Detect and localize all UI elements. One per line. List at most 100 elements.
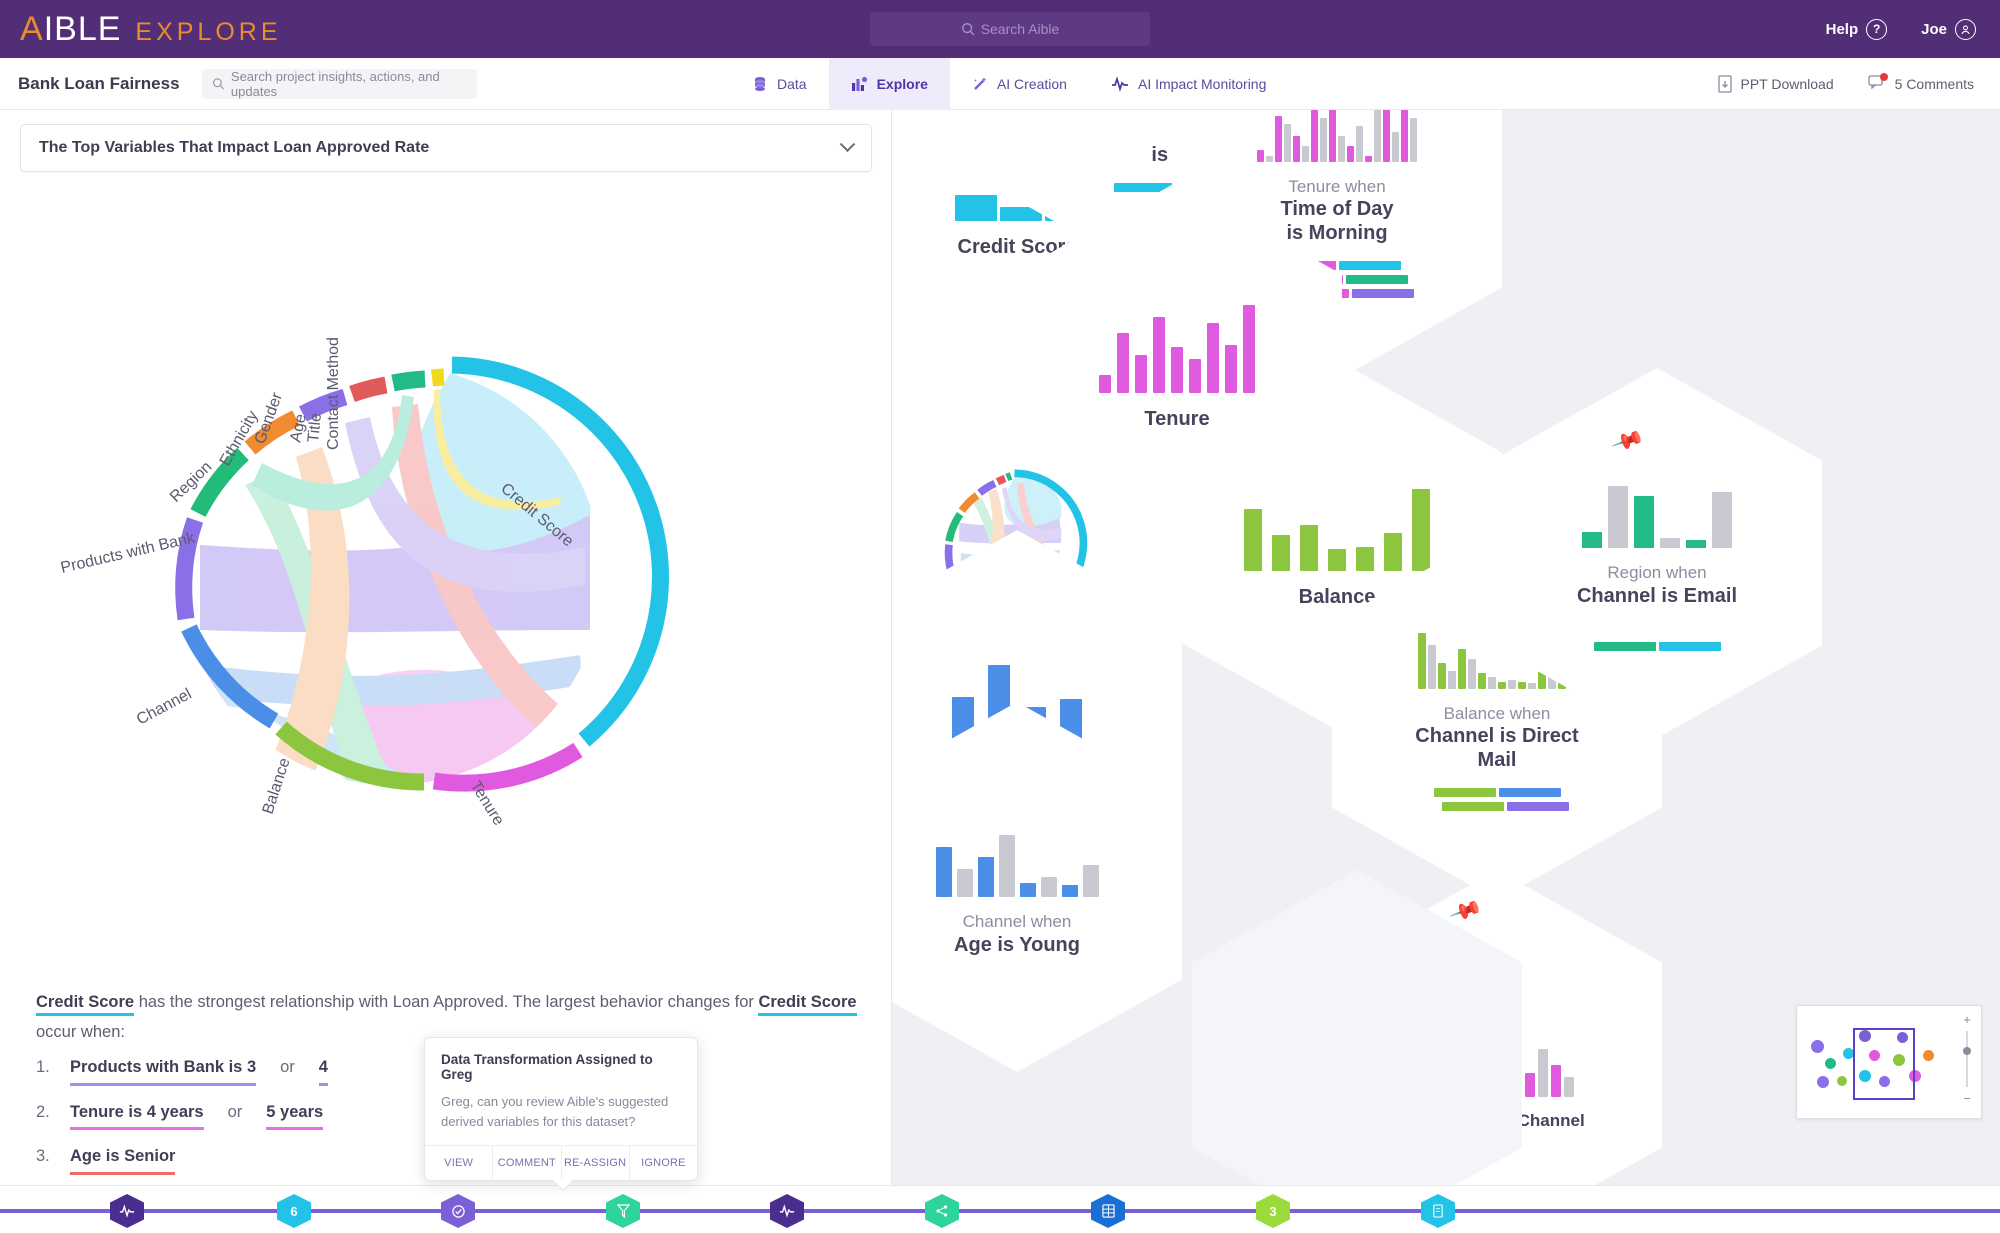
foot-row	[1593, 641, 1721, 651]
tab-ai-impact-monitoring[interactable]: AI Impact Monitoring	[1089, 58, 1288, 110]
insight-1-subject[interactable]: Credit Score	[36, 993, 135, 1016]
minimap-dot	[1837, 1076, 1847, 1086]
list-number: 3.	[36, 1147, 50, 1166]
tab-data[interactable]: Data	[730, 58, 829, 110]
bottom-timeline[interactable]: 6 3	[0, 1185, 2000, 1233]
tooltip-actions: VIEW COMMENT RE-ASSIGN IGNORE	[425, 1145, 697, 1180]
hex-region-email-footer	[1593, 641, 1721, 651]
hex-tenure-morning-title: Time of Day is Morning	[1280, 198, 1394, 245]
hex-balance-dm-footer	[1426, 788, 1569, 812]
assignment-tooltip-card: Data Transformation Assigned to Greg Gre…	[424, 1037, 698, 1181]
zoom-slider-track[interactable]	[1963, 1031, 1971, 1087]
tooltip-arrow	[553, 1180, 573, 1191]
list-value-a[interactable]: Age is Senior	[70, 1144, 176, 1175]
tooltip-comment-button[interactable]: COMMENT	[493, 1146, 562, 1180]
comments-button[interactable]: 5 Comments	[1867, 73, 1974, 94]
logo-explore-text: EXPLORE	[135, 17, 282, 46]
hex-tenure-morning-chart	[1257, 110, 1417, 162]
tooltip-reassign-button[interactable]: RE-ASSIGN	[562, 1146, 630, 1180]
list-value-a[interactable]: Tenure is 4 years	[70, 1100, 204, 1131]
zoom-in-button[interactable]: +	[1963, 1012, 1971, 1027]
minimap-dot	[1923, 1050, 1934, 1061]
chevron-down-icon	[839, 135, 856, 152]
chord-label-contact-method: Contact Method	[325, 337, 342, 450]
list-or: or	[280, 1058, 295, 1077]
search-icon	[961, 23, 975, 36]
user-menu-button[interactable]: Joe	[1921, 18, 1976, 40]
timeline-node-8[interactable]: 3	[1256, 1194, 1290, 1228]
hex-tenure-morning-subtitle: Tenure when	[1288, 176, 1386, 196]
database-icon	[755, 77, 765, 91]
user-circle-icon	[1955, 18, 1976, 40]
timeline-node-2[interactable]: 6	[277, 1194, 311, 1228]
app-logo[interactable]: AIBLE EXPLORE	[0, 10, 282, 49]
timeline-node-7[interactable]	[1091, 1194, 1125, 1228]
chord-diagram[interactable]: Credit Score Tenure Balance Channel Prod…	[0, 185, 891, 945]
hex-region-email-title: Channel is Email	[1576, 584, 1738, 607]
insight-1-subject-repeat[interactable]: Credit Score	[758, 993, 857, 1016]
project-search-input[interactable]: Search project insights, actions, and up…	[201, 68, 477, 99]
app-topbar: AIBLE EXPLORE Search Aible Help ? Joe	[0, 0, 2000, 58]
tab-explore[interactable]: Explore	[828, 58, 950, 110]
help-label: Help	[1825, 20, 1859, 38]
comments-label: 5 Comments	[1894, 76, 1974, 92]
insight-selector-dropdown[interactable]: The Top Variables That Impact Loan Appro…	[20, 124, 872, 172]
tooltip-body: Greg, can you review Aible's suggested d…	[441, 1094, 669, 1129]
list-value-b[interactable]: 4	[318, 1055, 328, 1086]
tab-ai-impact-label: AI Impact Monitoring	[1137, 76, 1267, 92]
insight-1-body: has the strongest relationship with Loan…	[134, 993, 759, 1011]
canvas-minimap[interactable]: + −	[1796, 1005, 1982, 1119]
explore-chart-icon	[851, 76, 867, 91]
ppt-download-button[interactable]: PPT Download	[1717, 75, 1834, 93]
global-search-input[interactable]: Search Aible	[870, 12, 1150, 46]
pulse-line-icon	[1111, 76, 1128, 92]
comment-bubble-icon	[1867, 73, 1888, 94]
comments-unread-dot	[1879, 73, 1888, 81]
hex-explore-canvas[interactable]: ce e Credit Score is 3-4	[892, 110, 2000, 1185]
tooltip-ignore-button[interactable]: IGNORE	[630, 1146, 697, 1180]
timeline-node-6[interactable]	[925, 1194, 959, 1228]
minimap-viewport[interactable]	[1853, 1028, 1915, 1100]
hex-balance-dm-subtitle: Balance when	[1443, 703, 1551, 723]
tab-ai-creation[interactable]: AI Creation	[950, 58, 1089, 110]
list-value-a[interactable]: Products with Bank is 3	[70, 1055, 257, 1086]
zoom-slider-thumb[interactable]	[1963, 1047, 1971, 1055]
timeline-node-9[interactable]	[1421, 1194, 1455, 1228]
minimap-dot	[1811, 1040, 1824, 1053]
search-icon	[212, 78, 224, 90]
list-number: 2.	[36, 1102, 50, 1121]
user-label: Joe	[1921, 20, 1947, 38]
project-search-placeholder: Search project insights, actions, and up…	[230, 68, 440, 99]
timeline-node-4[interactable]	[606, 1194, 640, 1228]
hex-tenure-title: Tenure	[1144, 408, 1210, 430]
question-circle-icon: ?	[1866, 18, 1888, 40]
tooltip-view-button[interactable]: VIEW	[425, 1146, 494, 1180]
list-value-b[interactable]: 5 years	[266, 1100, 324, 1131]
minimap-dot	[1817, 1076, 1829, 1088]
insight-selector-label: The Top Variables That Impact Loan Appro…	[39, 139, 430, 156]
tooltip-title: Data Transformation Assigned to Greg	[441, 1052, 653, 1082]
chord-label-channel: Channel	[134, 686, 195, 729]
pin-icon[interactable]: 📌	[1610, 423, 1645, 458]
timeline-node-3[interactable]	[441, 1194, 475, 1228]
help-button[interactable]: Help ?	[1825, 18, 1888, 40]
minimap-zoom-control[interactable]: + −	[1959, 1012, 1975, 1106]
hex-channel-young-subtitle: Channel when	[962, 912, 1072, 932]
hex-tenure-chart	[1099, 303, 1255, 393]
main-tabs: Data Explore AI Creation AI Impact Monit…	[730, 58, 1288, 110]
pin-icon[interactable]: 📌	[1448, 893, 1483, 928]
hex-balance-chart	[1244, 481, 1430, 571]
minimap-dot	[1825, 1058, 1836, 1069]
tab-explore-label: Explore	[876, 76, 928, 92]
zoom-out-button[interactable]: −	[1963, 1091, 1971, 1106]
project-navbar: Bank Loan Fairness Search project insigh…	[0, 58, 2000, 110]
magic-wand-icon	[973, 77, 987, 90]
logo-aible-text: AIBLE	[20, 9, 122, 48]
global-search-placeholder: Search Aible	[980, 21, 1060, 37]
project-title: Bank Loan Fairness	[18, 73, 180, 93]
doc-icon	[1433, 1204, 1443, 1218]
chord-label-title: Title	[305, 412, 325, 443]
timeline-node-1[interactable]	[110, 1194, 144, 1228]
chord-label-balance: Balance	[260, 756, 294, 816]
timeline-node-5[interactable]	[770, 1194, 804, 1228]
